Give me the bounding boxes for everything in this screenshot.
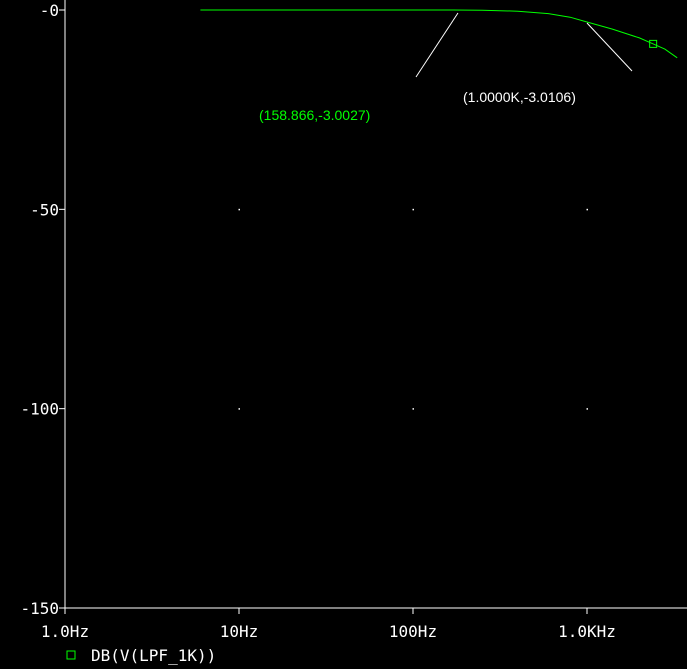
- grid-dot: [412, 408, 414, 410]
- x-tick-label: 1.0KHz: [558, 622, 616, 641]
- grid-dot: [238, 208, 240, 211]
- annotation-leader-158hz: [415, 12, 459, 78]
- legend-label: DB(V(LPF_1K)): [91, 646, 216, 665]
- bode-plot: -0 -50 -100 -150 1.0Hz 10Hz 100Hz 1.0KHz (158.…: [20, 0, 687, 665]
- x-tick-label: 100Hz: [389, 622, 437, 641]
- trace-db-v-lpf-1k: [200, 9, 678, 59]
- grid-dot: [412, 208, 414, 211]
- annotation-leader-1khz: [586, 22, 633, 72]
- y-tick-label: -50: [30, 200, 59, 219]
- y-tick-label: -100: [20, 400, 59, 419]
- grid-dot: [238, 408, 240, 410]
- grid-dot: [586, 408, 588, 410]
- annotation-158hz: (158.866,-3.0027): [259, 107, 370, 123]
- x-tick-label: 10Hz: [220, 622, 259, 641]
- annotation-1khz: (1.0000K,-3.0106): [463, 89, 576, 105]
- y-tick-label: -0: [40, 1, 59, 20]
- x-ticks: 1.0Hz 10Hz 100Hz 1.0KHz: [41, 608, 616, 641]
- legend-marker-square: [66, 650, 76, 660]
- grid-dot: [586, 208, 588, 211]
- y-tick-label: -150: [20, 599, 59, 618]
- x-tick-label: 1.0Hz: [41, 622, 89, 641]
- y-ticks: -0 -50 -100 -150: [20, 1, 65, 618]
- grid-dots: [238, 208, 588, 410]
